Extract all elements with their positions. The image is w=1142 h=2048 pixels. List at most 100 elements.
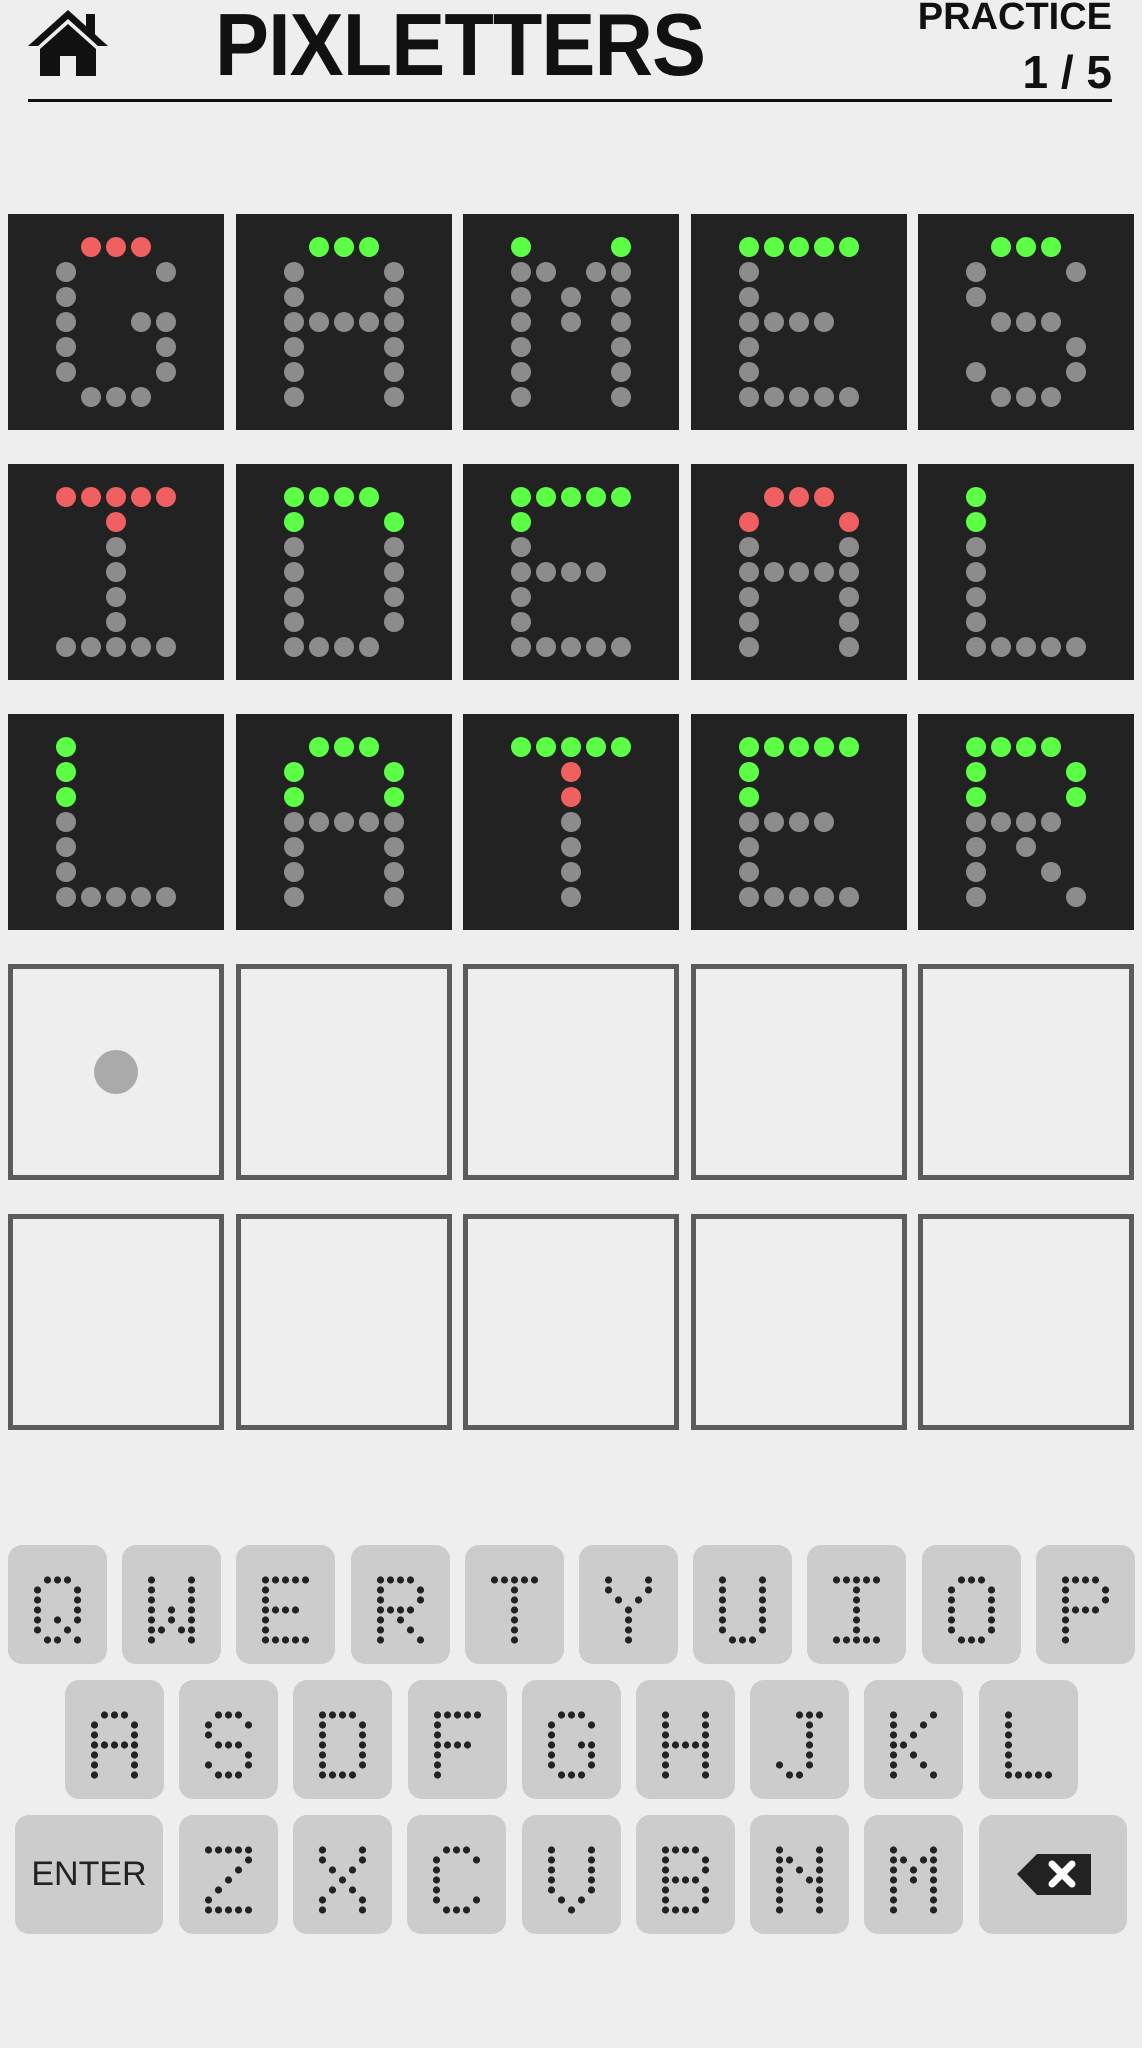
pixel-dot-key-I-r2-c2: [853, 1596, 861, 1604]
pixel-dot-key-M-r6-c0: [890, 1906, 898, 1914]
pixel-dot-2-2-r0-c1: [536, 737, 556, 757]
pixel-dot-key-H-r0-c4: [701, 1711, 710, 1719]
key-enter[interactable]: ENTER: [15, 1815, 163, 1934]
key-z[interactable]: [179, 1815, 278, 1934]
pixel-dot-0-1-r4-c4: [383, 337, 404, 357]
header-divider: [28, 99, 1112, 102]
key-u[interactable]: [693, 1545, 793, 1664]
home-button[interactable]: [26, 6, 110, 78]
pixel-dot-key-C-r0-c3: [463, 1846, 471, 1854]
pixel-dot-key-V-r2-c0: [547, 1866, 555, 1874]
pixel-dot-key-O-r3-c4: [987, 1606, 995, 1614]
pixel-dot-0-2-r1-c4: [611, 262, 631, 282]
tile-letter-a: [283, 237, 404, 407]
pixel-dot-1-2-r0-c3: [586, 487, 606, 507]
pixel-dot-key-K-r1-c0: [890, 1721, 898, 1729]
pixel-dot-key-I-r6-c3: [863, 1636, 871, 1644]
pixel-dot-2-4-r0-c2: [1016, 737, 1036, 757]
pixel-dot-key-A-r3-c0: [90, 1741, 99, 1749]
pixel-dot-key-N-r4-c4: [815, 1886, 824, 1894]
pixel-dot-key-S-r0-c3: [235, 1711, 243, 1719]
pixel-dot-key-G-r1-c4: [587, 1721, 595, 1729]
key-j[interactable]: [750, 1680, 850, 1799]
pixel-dot-key-U-r4-c4: [759, 1616, 767, 1624]
tile-r5-c5: [918, 1214, 1134, 1430]
key-f[interactable]: [407, 1680, 507, 1799]
pixel-dot-1-2-r5-c0: [511, 612, 531, 632]
tile-letter-e: [738, 737, 859, 907]
key-c[interactable]: [407, 1815, 507, 1934]
key-backspace[interactable]: [979, 1815, 1127, 1934]
pixel-dot-key-D-r0-c2: [339, 1711, 347, 1719]
pixel-dot-key-F-r0-c3: [463, 1711, 471, 1719]
pixel-dot-0-2-r0-c0: [511, 237, 531, 257]
pixel-dot-key-Z-r6-c2: [224, 1906, 233, 1914]
pixel-dot-key-T-r4-c2: [510, 1616, 518, 1624]
tile-r2-c5: [918, 464, 1134, 680]
pixel-dot-0-1-r3-c1: [308, 312, 329, 332]
key-h[interactable]: [636, 1680, 735, 1799]
pixel-dot-key-O-r2-c0: [947, 1596, 955, 1604]
key-s[interactable]: [179, 1680, 279, 1799]
pixel-dot-key-A-r3-c1: [100, 1741, 109, 1749]
pixel-dot-0-4-r0-c3: [1041, 237, 1061, 257]
pixel-dot-2-1-r6-c0: [283, 887, 304, 907]
pixel-dot-key-F-r3-c0: [433, 1741, 441, 1749]
key-q[interactable]: [8, 1545, 107, 1664]
pixel-dot-key-U-r3-c4: [759, 1606, 767, 1614]
tile-r5-c2: [235, 1214, 452, 1430]
tile-r4-c2: [235, 964, 452, 1180]
pixel-dot-key-Y-r2-c1: [614, 1596, 623, 1604]
pixel-dot-2-3-r4-c0: [738, 837, 759, 857]
pixel-dot-2-0-r5-c0: [56, 862, 76, 882]
key-b[interactable]: [635, 1815, 735, 1934]
pixel-dot-0-3-r1-c0: [738, 262, 759, 282]
pixel-dot-0-0-r3-c3: [131, 312, 151, 332]
key-v[interactable]: [521, 1815, 621, 1934]
pixel-dot-1-2-r0-c4: [611, 487, 631, 507]
pixel-dot-key-N-r1-c0: [775, 1856, 784, 1864]
key-i[interactable]: [807, 1545, 907, 1664]
key-r[interactable]: [350, 1545, 450, 1664]
pixel-dot-key-Q-r4-c0: [33, 1616, 42, 1624]
key-m[interactable]: [864, 1815, 964, 1934]
key-g[interactable]: [521, 1680, 621, 1799]
key-o[interactable]: [921, 1545, 1021, 1664]
key-l[interactable]: [978, 1680, 1078, 1799]
pixel-dot-key-I-r5-c2: [853, 1626, 861, 1634]
pixel-dot-key-V-r3-c4: [587, 1876, 595, 1884]
pixel-dot-1-1-r5-c4: [383, 612, 404, 632]
key-d[interactable]: [293, 1680, 393, 1799]
key-glyph-x: [319, 1846, 367, 1914]
pixel-dot-key-H-r4-c4: [701, 1751, 710, 1759]
pixel-dot-key-P-r4-c0: [1061, 1616, 1069, 1624]
pixel-dot-key-Z-r5-c0: [204, 1896, 213, 1904]
pixel-dot-2-1-r4-c0: [283, 837, 304, 857]
pixel-dot-0-0-r5-c4: [156, 362, 176, 382]
pixel-dot-key-D-r5-c4: [359, 1761, 367, 1769]
pixel-dot-key-N-r2-c4: [815, 1866, 824, 1874]
pixel-dot-2-2-r0-c0: [511, 737, 531, 757]
pixel-dot-key-X-r4-c3: [349, 1886, 357, 1894]
key-n[interactable]: [750, 1815, 849, 1934]
key-w[interactable]: [122, 1545, 222, 1664]
pixel-dot-1-4-r1-c0: [966, 512, 986, 532]
key-a[interactable]: [65, 1680, 164, 1799]
key-x[interactable]: [293, 1815, 393, 1934]
key-p[interactable]: [1035, 1545, 1135, 1664]
pixel-dot-key-A-r4-c0: [90, 1751, 99, 1759]
pixel-dot-key-Y-r1-c4: [644, 1586, 653, 1594]
key-y[interactable]: [579, 1545, 678, 1664]
pixel-dot-0-2-r2-c2: [561, 287, 581, 307]
pixel-dot-1-3-r1-c0: [738, 512, 759, 532]
key-t[interactable]: [464, 1545, 564, 1664]
key-k[interactable]: [864, 1680, 964, 1799]
tile-r2-c2: [235, 464, 452, 680]
pixel-dot-2-3-r6-c0: [738, 887, 759, 907]
pixel-dot-1-1-r4-c0: [283, 587, 304, 607]
pixel-dot-2-2-r6-c2: [561, 887, 581, 907]
pixel-dot-1-3-r0-c3: [813, 487, 834, 507]
pixel-dot-key-B-r3-c1: [671, 1876, 679, 1884]
key-e[interactable]: [236, 1545, 336, 1664]
pixel-dot-key-U-r3-c0: [719, 1606, 727, 1614]
